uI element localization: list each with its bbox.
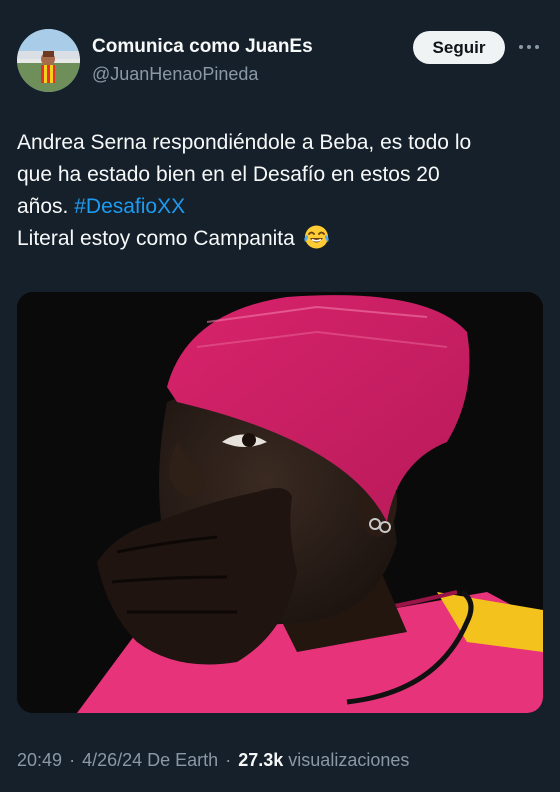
- tweet-text-fragment: Literal estoy como Campanita: [17, 227, 295, 250]
- more-options-button[interactable]: [517, 37, 541, 57]
- views-count: 27.3k: [238, 750, 284, 770]
- avatar-image: [17, 29, 80, 92]
- media-photo: [17, 292, 543, 713]
- author-handle[interactable]: @JuanHenaoPineda: [92, 62, 313, 86]
- tweet-text: Andrea Serna respondiéndole a Beba, es t…: [17, 127, 547, 255]
- tweet-text-line: años. #DesafioXX: [17, 191, 547, 223]
- author-display-name[interactable]: Comunica como JuanEs: [92, 35, 313, 59]
- tweet-text-line: Andrea Serna respondiéndole a Beba, es t…: [17, 131, 472, 154]
- face-with-tears-of-joy-emoji-icon: [303, 223, 330, 250]
- tweet-date[interactable]: 4/26/24: [82, 750, 142, 770]
- tweet-time[interactable]: 20:49: [17, 750, 62, 770]
- hashtag-link[interactable]: #DesafioXX: [74, 195, 185, 218]
- separator: ·: [225, 750, 232, 770]
- tweet-source: De Earth: [147, 750, 219, 770]
- tweet: Comunica como JuanEs @JuanHenaoPineda Se…: [0, 0, 560, 792]
- tweet-text-fragment: años.: [17, 195, 75, 218]
- tweet-text-line: que ha estado bien en el Desafío en esto…: [17, 163, 440, 186]
- tweet-text-line: Literal estoy como Campanita: [17, 223, 547, 255]
- views-label: visualizaciones: [288, 750, 410, 770]
- avatar[interactable]: [17, 29, 80, 92]
- follow-button[interactable]: Seguir: [413, 31, 505, 64]
- tweet-metadata: 20:49 · 4/26/24 De Earth · 27.3k visuali…: [17, 747, 409, 773]
- separator: ·: [69, 750, 76, 770]
- tweet-media-image[interactable]: [17, 292, 543, 713]
- author-info: Comunica como JuanEs @JuanHenaoPineda: [92, 35, 313, 86]
- more-horizontal-icon: [519, 45, 539, 49]
